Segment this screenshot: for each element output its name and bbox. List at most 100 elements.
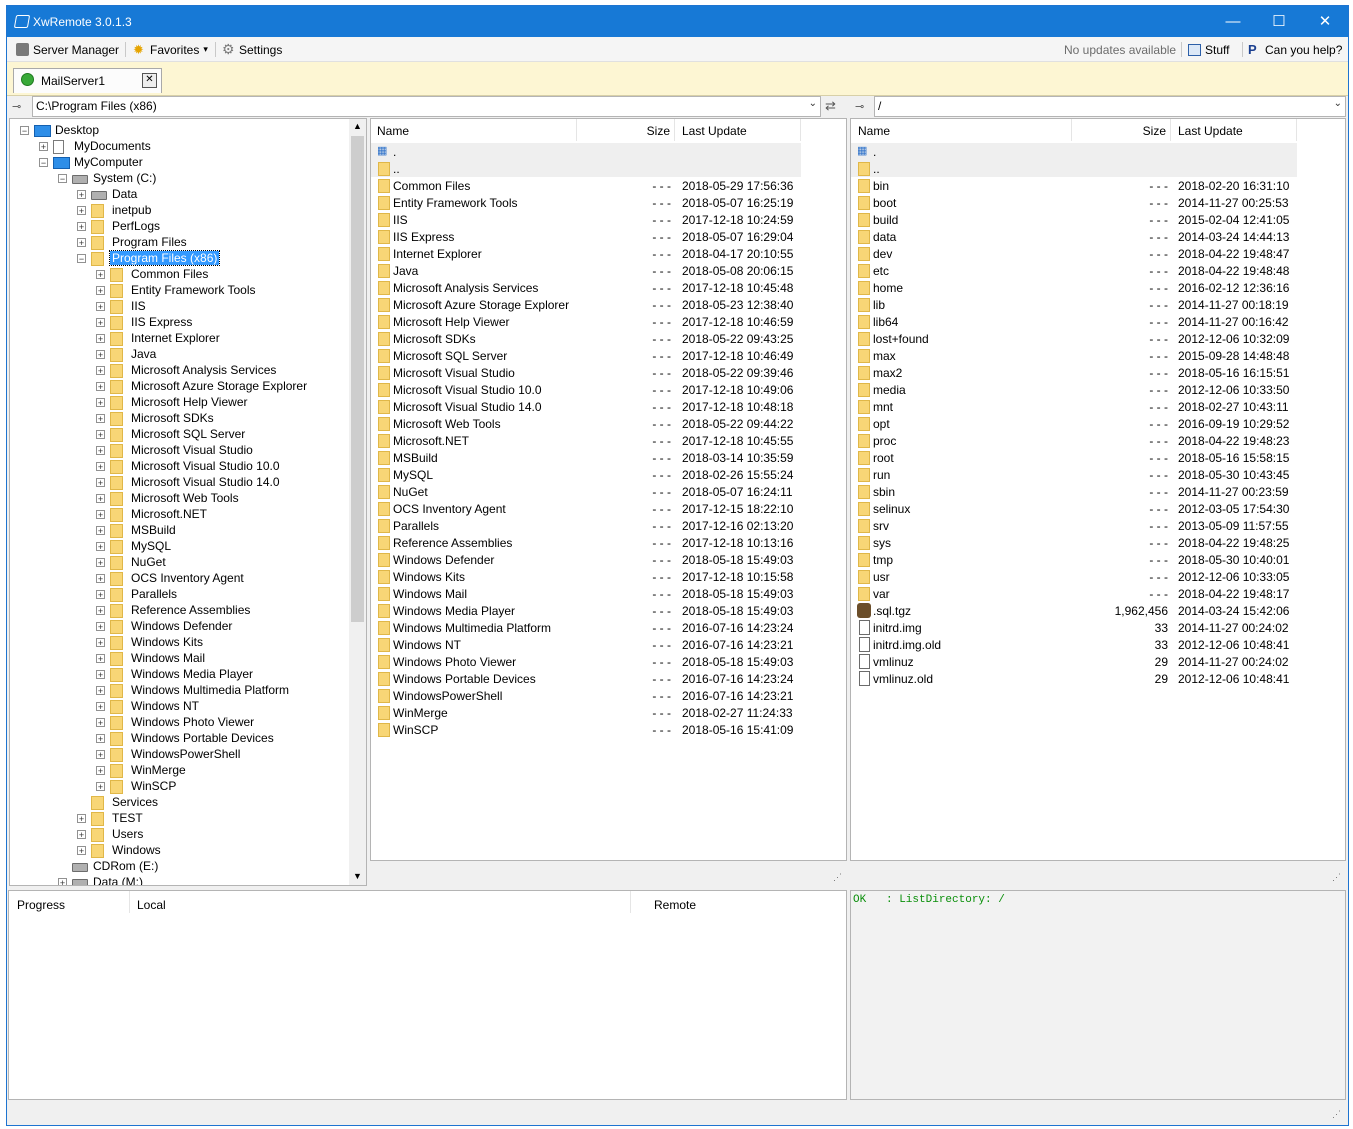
close-button[interactable]: ✕ — [1302, 6, 1348, 37]
expand-icon[interactable]: + — [96, 286, 105, 296]
file-row[interactable]: initrd.img 33 2014-11-27 00:24:02 — [851, 619, 1297, 636]
file-row[interactable]: lib64 - - - 2014-11-27 00:16:42 — [851, 313, 1297, 330]
tree-node[interactable]: + Windows Mail — [10, 651, 346, 667]
file-row[interactable]: Microsoft SDKs - - - 2018-05-22 09:43:25 — [371, 330, 801, 347]
tree-node[interactable]: + PerfLogs — [10, 219, 346, 235]
column-header-last-update[interactable]: Last Update — [1171, 119, 1297, 141]
file-row[interactable]: MSBuild - - - 2018-03-14 10:35:59 — [371, 449, 801, 466]
settings-button[interactable]: ⚙ Settings — [222, 41, 282, 58]
file-row[interactable]: .sql.tgz 1,962,456 2014-03-24 15:42:06 — [851, 602, 1297, 619]
expand-icon[interactable]: + — [96, 558, 105, 568]
tree-node[interactable]: + Windows Multimedia Platform — [10, 683, 346, 699]
tree-node[interactable]: + Microsoft.NET — [10, 507, 346, 523]
tree-node[interactable]: − Desktop — [10, 123, 346, 139]
tree-node[interactable]: + Microsoft Visual Studio 10.0 — [10, 459, 346, 475]
file-row[interactable]: Microsoft SQL Server - - - 2017-12-18 10:4… — [371, 347, 801, 364]
tree-node[interactable]: + Data — [10, 187, 346, 203]
remote-path-combo[interactable]: / ⌄ — [874, 96, 1346, 117]
resize-grip-icon[interactable]: ⋰ — [1332, 872, 1341, 883]
expand-icon[interactable]: + — [96, 654, 105, 664]
expand-icon[interactable]: + — [96, 590, 105, 600]
file-row[interactable]: proc - - - 2018-04-22 19:48:23 — [851, 432, 1297, 449]
chevron-down-icon[interactable]: ⌄ — [809, 98, 817, 109]
file-row[interactable]: WinSCP - - - 2018-05-16 15:41:09 — [371, 721, 801, 738]
expand-icon[interactable]: + — [96, 398, 105, 408]
file-row[interactable]: WindowsPowerShell - - - 2016-07-16 14:23:2… — [371, 687, 801, 704]
file-row[interactable]: WinMerge - - - 2018-02-27 11:24:33 — [371, 704, 801, 721]
file-row[interactable]: Windows Photo Viewer - - - 2018-05-18 15:4… — [371, 653, 801, 670]
column-header-local[interactable]: Local — [130, 891, 631, 913]
pin-icon[interactable]: ⊸ — [855, 100, 864, 113]
expand-icon[interactable]: + — [77, 190, 86, 200]
file-row[interactable]: build - - - 2015-02-04 12:41:05 — [851, 211, 1297, 228]
expand-icon[interactable]: + — [96, 702, 105, 712]
file-row[interactable]: selinux - - - 2012-03-05 17:54:30 — [851, 500, 1297, 517]
tree-node[interactable]: + MySQL — [10, 539, 346, 555]
local-path-combo[interactable]: C:\Program Files (x86) ⌄ — [32, 96, 821, 117]
expand-icon[interactable]: + — [96, 382, 105, 392]
tree-node[interactable]: + NuGet — [10, 555, 346, 571]
collapse-icon[interactable]: − — [58, 174, 67, 184]
file-row[interactable]: ▦. — [851, 143, 1297, 160]
expand-icon[interactable]: + — [96, 446, 105, 456]
expand-icon[interactable]: + — [96, 302, 105, 312]
tree-node[interactable]: − System (C:) — [10, 171, 346, 187]
expand-icon[interactable]: + — [77, 846, 86, 856]
file-row[interactable]: Java - - - 2018-05-08 20:06:15 — [371, 262, 801, 279]
tree-node[interactable]: + Windows Photo Viewer — [10, 715, 346, 731]
file-row[interactable]: Windows Mail - - - 2018-05-18 15:49:03 — [371, 585, 801, 602]
expand-icon[interactable]: + — [96, 574, 105, 584]
file-row[interactable]: lib - - - 2014-11-27 00:18:19 — [851, 296, 1297, 313]
expand-icon[interactable]: + — [96, 686, 105, 696]
file-row[interactable]: usr - - - 2012-12-06 10:33:05 — [851, 568, 1297, 585]
tree-node[interactable]: + inetpub — [10, 203, 346, 219]
file-row[interactable]: var - - - 2018-04-22 19:48:17 — [851, 585, 1297, 602]
expand-icon[interactable]: + — [77, 830, 86, 840]
scroll-up-icon[interactable]: ▲ — [353, 121, 362, 131]
expand-icon[interactable]: + — [77, 238, 86, 248]
expand-icon[interactable]: + — [96, 430, 105, 440]
tree-node[interactable]: + Java — [10, 347, 346, 363]
expand-icon[interactable]: + — [96, 734, 105, 744]
tree-node[interactable]: + IIS — [10, 299, 346, 315]
tree-node[interactable]: + Windows Defender — [10, 619, 346, 635]
file-row[interactable]: Windows Defender - - - 2018-05-18 15:49:03 — [371, 551, 801, 568]
column-header-progress[interactable]: Progress — [9, 891, 130, 913]
tree-node[interactable]: + Windows Portable Devices — [10, 731, 346, 747]
tree-node[interactable]: + Microsoft Analysis Services — [10, 363, 346, 379]
expand-icon[interactable]: + — [96, 270, 105, 280]
stuff-button[interactable]: Stuff — [1188, 41, 1229, 58]
expand-icon[interactable]: + — [77, 814, 86, 824]
column-header-remote[interactable]: Remote — [631, 891, 811, 913]
tree-node[interactable]: + Windows Kits — [10, 635, 346, 651]
file-row[interactable]: lost+found - - - 2012-12-06 10:32:09 — [851, 330, 1297, 347]
file-row[interactable]: vmlinuz.old 29 2012-12-06 10:48:41 — [851, 670, 1297, 687]
file-row[interactable]: IIS - - - 2017-12-18 10:24:59 — [371, 211, 801, 228]
maximize-button[interactable]: ☐ — [1256, 6, 1302, 37]
file-row[interactable]: Microsoft Web Tools - - - 2018-05-22 09:44… — [371, 415, 801, 432]
tree-node[interactable]: + WinMerge — [10, 763, 346, 779]
file-row[interactable]: run - - - 2018-05-30 10:43:45 — [851, 466, 1297, 483]
tree-node[interactable]: − Program Files (x86) — [10, 250, 346, 267]
expand-icon[interactable]: + — [77, 206, 86, 216]
file-row[interactable]: media - - - 2012-12-06 10:33:50 — [851, 381, 1297, 398]
file-row[interactable]: Microsoft Visual Studio 14.0 - - - 2017-12… — [371, 398, 801, 415]
file-row[interactable]: data - - - 2014-03-24 14:44:13 — [851, 228, 1297, 245]
file-row[interactable]: Windows Kits - - - 2017-12-18 10:15:58 — [371, 568, 801, 585]
collapse-icon[interactable]: − — [77, 254, 86, 264]
file-row[interactable]: opt - - - 2016-09-19 10:29:52 — [851, 415, 1297, 432]
expand-icon[interactable]: + — [58, 878, 67, 885]
expand-icon[interactable]: + — [96, 526, 105, 536]
file-row[interactable]: Entity Framework Tools - - - 2018-05-07 16… — [371, 194, 801, 211]
expand-icon[interactable]: + — [96, 334, 105, 344]
tree-node[interactable]: + Microsoft Visual Studio 14.0 — [10, 475, 346, 491]
close-tab-icon[interactable]: ✕ — [142, 73, 157, 88]
tree-node[interactable]: + Parallels — [10, 587, 346, 603]
pin-icon[interactable]: ⊸ — [12, 100, 21, 113]
tree-node[interactable]: + Windows Media Player — [10, 667, 346, 683]
resize-grip-icon[interactable]: ⋰ — [1332, 1109, 1341, 1120]
column-header-size[interactable]: Size — [577, 119, 675, 141]
tree-node[interactable]: + Program Files — [10, 235, 346, 251]
tree-node[interactable]: + Microsoft Visual Studio — [10, 443, 346, 459]
scroll-down-icon[interactable]: ▼ — [353, 871, 362, 881]
